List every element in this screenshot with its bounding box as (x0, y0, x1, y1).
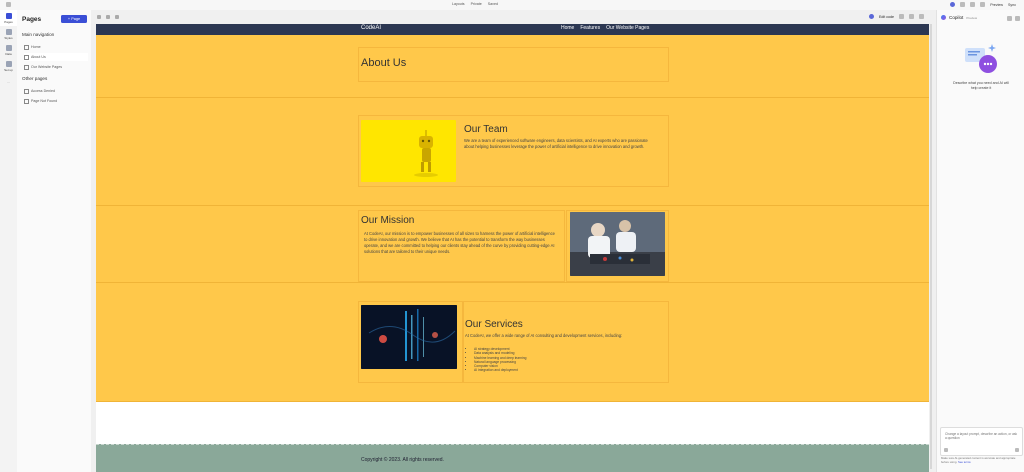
tech-image (361, 305, 457, 369)
rail-pages[interactable]: Pages (0, 10, 17, 26)
app-grid-icon[interactable] (6, 2, 11, 7)
help-icon[interactable] (980, 2, 986, 7)
attach-icon[interactable] (944, 448, 948, 452)
copilot-illustration-icon (963, 40, 999, 76)
copilot-title: Copilot (949, 15, 964, 20)
copilot-panel: Copilot Preview Describe what you need a… (936, 10, 1024, 472)
mission-section[interactable]: Our Mission At CodeAI, our mission is to… (96, 206, 929, 283)
other-pages-title: Other pages (22, 76, 48, 81)
design-canvas: Edit code CodeAI Home Features Our Websi… (91, 10, 936, 472)
site-status: Layouts Private Saved (452, 2, 498, 6)
vscode-icon (869, 14, 875, 19)
nav-features[interactable]: Features (580, 25, 600, 31)
nav-our-website-pages[interactable]: Our Website Pages (606, 25, 649, 31)
page-item-home[interactable]: Home (24, 43, 88, 51)
page-item-page-not-found[interactable]: Page Not Found (24, 97, 88, 105)
home-page-icon (24, 44, 29, 50)
services-text: At CodeAI, we offer a wide range of AI c… (465, 333, 623, 338)
left-rail: Pages Styles Data Set up ... (0, 10, 18, 472)
more-icon[interactable] (909, 14, 914, 19)
pages-title: Pages (22, 16, 42, 23)
copilot-preview-badge: Preview (966, 15, 977, 20)
copilot-header: Copilot Preview (941, 15, 977, 20)
page-item-our-website-pages[interactable]: Our Website Pages (24, 63, 88, 71)
list-item: AI integration and deployment (474, 368, 526, 372)
copilot-logo-icon (941, 15, 946, 20)
expand-icon[interactable] (919, 14, 924, 19)
canvas-scrollbar[interactable] (930, 24, 932, 469)
mission-title: Our Mission (361, 215, 415, 226)
page-icon (24, 98, 29, 104)
styles-icon (5, 28, 12, 35)
website-preview: CodeAI Home Features Our Website Pages A… (96, 24, 929, 472)
status-saved: Saved (487, 2, 498, 6)
page-item-about-us[interactable]: About Us (24, 53, 88, 61)
services-section[interactable]: Our Services At CodeAI, we offer a wide … (96, 283, 929, 402)
pointer-icon[interactable] (115, 15, 119, 19)
copilot-history-icon[interactable] (1007, 16, 1012, 21)
redo-icon[interactable] (106, 15, 110, 19)
site-logo[interactable]: CodeAI (361, 25, 381, 31)
add-page-button[interactable]: + Page (61, 15, 87, 23)
send-icon[interactable] (1015, 448, 1019, 452)
comment-icon[interactable] (970, 2, 976, 7)
preview-button[interactable]: Preview (990, 3, 1003, 7)
close-icon[interactable] (1015, 16, 1020, 21)
copilot-disclaimer: Make sure AI-generated content is accura… (941, 456, 1016, 464)
robot-image (361, 120, 456, 182)
nav-home[interactable]: Home (561, 25, 574, 31)
data-icon (5, 44, 12, 51)
setup-icon (5, 60, 12, 67)
rail-data[interactable]: Data (0, 42, 17, 58)
rail-styles[interactable]: Styles (0, 26, 17, 42)
page-item-access-denied[interactable]: Access Denied (24, 87, 88, 95)
mission-text: At CodeAI, our mission is to empower bus… (364, 231, 555, 255)
device-icon[interactable] (899, 14, 904, 19)
page-icon (24, 88, 29, 94)
copilot-description: Describe what you need and AI will help … (953, 81, 1009, 90)
copilot-prompt-input[interactable] (943, 430, 1021, 448)
main-nav-title: Main navigation (22, 32, 55, 37)
services-title: Our Services (465, 319, 523, 330)
site-header: CodeAI Home Features Our Website Pages (96, 24, 929, 35)
team-section[interactable]: Our Team We are a team of experienced so… (96, 98, 929, 206)
pages-panel: Pages + Page Main navigation Home About … (17, 10, 92, 472)
status-private: Private (470, 2, 482, 6)
about-title: About Us (361, 57, 407, 69)
about-title-box[interactable]: About Us (358, 47, 669, 82)
site-nav: Home Features Our Website Pages (561, 25, 649, 31)
share-icon[interactable] (960, 2, 966, 7)
undo-icon[interactable] (97, 15, 101, 19)
page-icon (24, 64, 29, 70)
edit-code-button[interactable]: Edit code (879, 15, 894, 19)
footer-copyright: Copyright © 2023. All rights reserved. (361, 457, 444, 463)
page-icon (24, 54, 29, 60)
team-title: Our Team (464, 124, 508, 135)
lab-image (570, 212, 665, 276)
rail-setup[interactable]: Set up (0, 58, 17, 74)
copilot-icon[interactable] (950, 2, 956, 7)
team-text: We are a team of experienced software en… (464, 138, 648, 150)
sync-button[interactable]: Sync (1008, 3, 1016, 7)
copilot-input-box[interactable] (940, 427, 1023, 456)
canvas-toolbar: Edit code (91, 10, 936, 24)
about-section[interactable]: About Us (96, 35, 929, 98)
status-layouts: Layouts (452, 2, 465, 6)
see-terms-link[interactable]: See terms (958, 460, 971, 464)
pages-icon (5, 12, 12, 19)
rail-more[interactable]: ... (0, 74, 17, 90)
site-footer[interactable]: Copyright © 2023. All rights reserved. (96, 444, 929, 472)
services-list: AI strategy development Data analysis an… (466, 347, 526, 373)
